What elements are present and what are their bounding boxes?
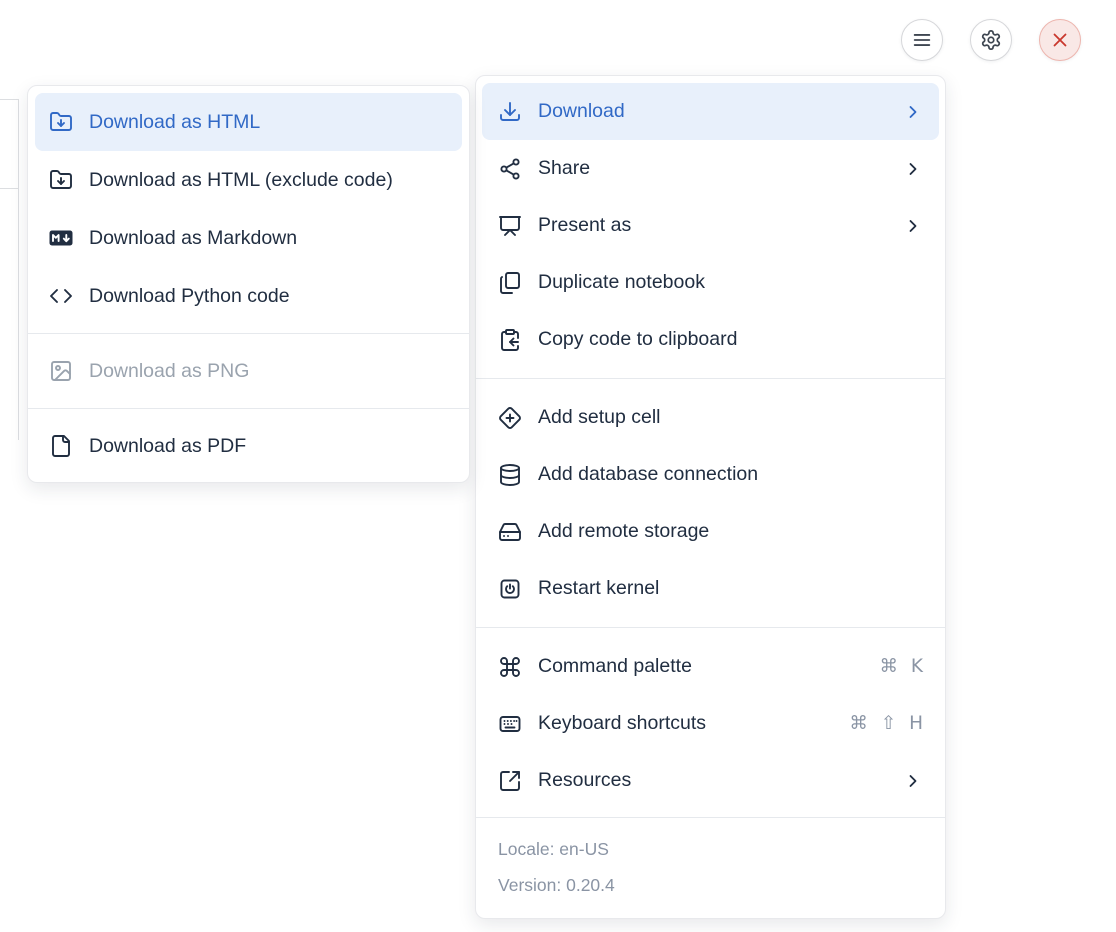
menu-item-label: Share	[538, 157, 887, 180]
menu-divider	[476, 627, 945, 628]
share-icon	[498, 157, 522, 181]
menu-item-download-as-png: Download as PNG	[35, 342, 462, 400]
menu-item-share[interactable]: Share	[482, 140, 939, 197]
menu-item-label: Download as PNG	[89, 360, 448, 383]
menu-item-label: Add remote storage	[538, 520, 923, 543]
folder-down-icon	[49, 168, 73, 192]
menu-item-label: Restart kernel	[538, 577, 923, 600]
menu-item-duplicate-notebook[interactable]: Duplicate notebook	[482, 254, 939, 311]
hamburger-icon	[911, 29, 933, 51]
presentation-icon	[498, 214, 522, 238]
menu-item-label: Resources	[538, 769, 887, 792]
menu-item-label: Download	[538, 100, 887, 123]
external-link-icon	[498, 769, 522, 793]
markdown-icon	[49, 226, 73, 250]
locale-text: Locale: en-US	[498, 831, 923, 867]
menu-item-label: Command palette	[538, 655, 863, 678]
hard-drive-icon	[498, 520, 522, 544]
background-cell-border	[0, 99, 19, 100]
menu-item-keyboard-shortcuts[interactable]: Keyboard shortcuts ⌘ ⇧ H	[482, 695, 939, 752]
menu-item-download-as-html-exclude-code[interactable]: Download as HTML (exclude code)	[35, 151, 462, 209]
command-icon	[498, 655, 522, 679]
version-text: Version: 0.20.4	[498, 867, 923, 903]
menu-item-label: Download as HTML (exclude code)	[89, 169, 448, 192]
folder-down-icon	[49, 110, 73, 134]
shortcut-label: ⌘ K	[879, 656, 923, 677]
background-cell-border	[18, 99, 19, 440]
chevron-right-icon	[903, 771, 923, 791]
shortcut-label: ⌘ ⇧ H	[849, 713, 923, 734]
menu-item-label: Download as Markdown	[89, 227, 448, 250]
file-icon	[49, 434, 73, 458]
gear-icon	[980, 29, 1002, 51]
menu-item-restart-kernel[interactable]: Restart kernel	[482, 560, 939, 617]
settings-button[interactable]	[970, 19, 1012, 61]
download-submenu: Download as HTML Download as HTML (exclu…	[27, 85, 470, 483]
menu-item-label: Add database connection	[538, 463, 923, 486]
menu-item-label: Add setup cell	[538, 406, 923, 429]
chevron-right-icon	[903, 216, 923, 236]
menu-footer: Locale: en-US Version: 0.20.4	[476, 818, 945, 918]
menu-item-download-as-pdf[interactable]: Download as PDF	[35, 417, 462, 475]
notebook-menu-button[interactable]	[901, 19, 943, 61]
menu-item-label: Download as HTML	[89, 111, 448, 134]
menu-item-download-as-markdown[interactable]: Download as Markdown	[35, 209, 462, 267]
menu-item-add-remote-storage[interactable]: Add remote storage	[482, 503, 939, 560]
menu-divider	[28, 408, 469, 409]
menu-item-add-database-connection[interactable]: Add database connection	[482, 446, 939, 503]
menu-item-label: Keyboard shortcuts	[538, 712, 833, 735]
code-icon	[49, 284, 73, 308]
copy-pages-icon	[498, 271, 522, 295]
menu-item-command-palette[interactable]: Command palette ⌘ K	[482, 638, 939, 695]
power-square-icon	[498, 577, 522, 601]
close-icon	[1049, 29, 1071, 51]
menu-item-download-python-code[interactable]: Download Python code	[35, 267, 462, 325]
keyboard-icon	[498, 712, 522, 736]
menu-item-download[interactable]: Download	[482, 83, 939, 140]
download-icon	[498, 100, 522, 124]
chevron-right-icon	[903, 159, 923, 179]
database-icon	[498, 463, 522, 487]
menu-item-label: Duplicate notebook	[538, 271, 923, 294]
menu-item-label: Download as PDF	[89, 435, 448, 458]
menu-item-label: Download Python code	[89, 285, 448, 308]
menu-divider	[476, 378, 945, 379]
chevron-right-icon	[903, 102, 923, 122]
close-button[interactable]	[1039, 19, 1081, 61]
menu-divider	[28, 333, 469, 334]
menu-item-label: Present as	[538, 214, 887, 237]
notebook-actions-menu: Download Share Present as	[475, 75, 946, 919]
background-cell-border	[0, 188, 19, 189]
diamond-plus-icon	[498, 406, 522, 430]
image-icon	[49, 359, 73, 383]
clipboard-copy-icon	[498, 328, 522, 352]
menu-item-label: Copy code to clipboard	[538, 328, 923, 351]
menu-item-present-as[interactable]: Present as	[482, 197, 939, 254]
menu-item-download-as-html[interactable]: Download as HTML	[35, 93, 462, 151]
menu-item-copy-code-to-clipboard[interactable]: Copy code to clipboard	[482, 311, 939, 368]
menu-item-add-setup-cell[interactable]: Add setup cell	[482, 389, 939, 446]
menu-item-resources[interactable]: Resources	[482, 752, 939, 809]
